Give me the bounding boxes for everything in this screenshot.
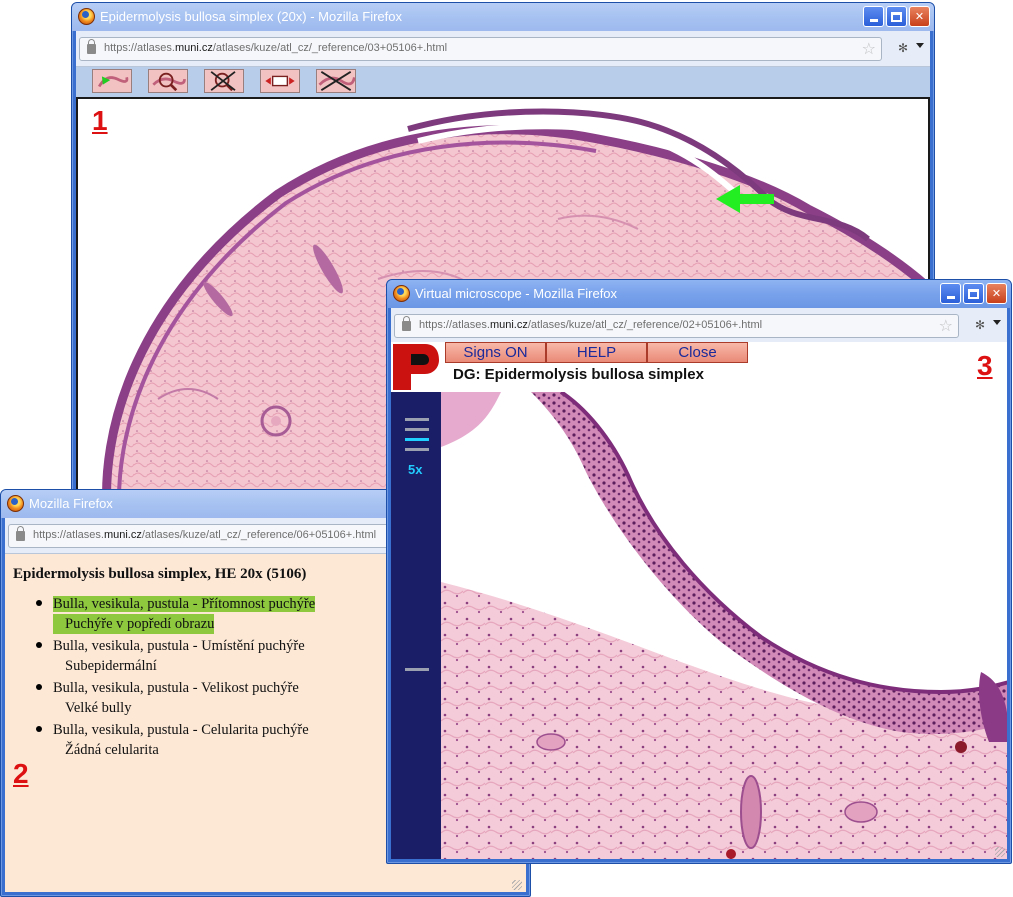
image-toolbar [76, 67, 930, 97]
firebug-icon[interactable]: ✻ [898, 41, 908, 55]
navigation-bar: https://atlases.muni.cz/atlases/kuze/atl… [391, 308, 1007, 344]
figure-label-2: 2 [13, 758, 29, 789]
signs-on-button[interactable]: Signs ON [445, 342, 546, 363]
maximize-button[interactable] [886, 6, 907, 27]
navigate-arrow-icon[interactable] [92, 69, 132, 93]
bookmark-star-icon[interactable]: ☆ [939, 317, 953, 335]
lock-icon [402, 316, 411, 331]
no-magnify-icon[interactable] [204, 69, 244, 93]
window-virtual-microscope: Virtual microscope - Mozilla Firefox ✕ h… [386, 279, 1012, 864]
chevron-down-icon[interactable] [993, 320, 1001, 325]
window-titlebar[interactable]: Virtual microscope - Mozilla Firefox ✕ [387, 280, 1011, 308]
list-item[interactable]: Bulla, vesikula, pustula - Celularita pu… [35, 720, 315, 760]
list-item[interactable]: Bulla, vesikula, pustula - Umístění puch… [35, 636, 315, 676]
lock-icon [16, 526, 25, 541]
close-button[interactable]: ✕ [909, 6, 930, 27]
resize-grip[interactable] [995, 847, 1005, 857]
description-heading: Epidermolysis bullosa simplex, HE 20x (5… [13, 566, 307, 582]
figure-label-1: 1 [92, 105, 108, 136]
microscope-header: Signs ON HELP Close DG: Epidermolysis bu… [391, 342, 1007, 392]
lock-icon [87, 39, 96, 54]
help-button[interactable]: HELP [546, 342, 647, 363]
firebug-icon[interactable]: ✻ [975, 318, 985, 332]
zoom-level-bar[interactable] [405, 418, 429, 421]
minimize-button[interactable] [940, 283, 961, 304]
window-title: Virtual microscope - Mozilla Firefox [415, 286, 618, 301]
bookmark-star-icon[interactable]: ☆ [862, 40, 876, 58]
microscope-view[interactable] [441, 392, 1007, 859]
minimize-button[interactable] [863, 6, 884, 27]
microscope-image [441, 392, 1007, 859]
diagnosis-text: DG: Epidermolysis bullosa simplex [453, 366, 704, 383]
window-title: Epidermolysis bullosa simplex (20x) - Mo… [100, 9, 402, 24]
magnify-icon[interactable] [148, 69, 188, 93]
zoom-label: 5x [408, 462, 423, 477]
zoom-level-bar[interactable] [405, 448, 429, 451]
list-item[interactable]: Bulla, vesikula, pustula - Přítomnost pu… [35, 594, 316, 634]
list-item[interactable]: Bulla, vesikula, pustula - Velikost puch… [35, 678, 315, 718]
zoom-level-bar[interactable] [405, 428, 429, 431]
window-titlebar[interactable]: Epidermolysis bullosa simplex (20x) - Mo… [72, 3, 934, 31]
window-title: Mozilla Firefox [29, 496, 113, 511]
microscope-content: Signs ON HELP Close DG: Epidermolysis bu… [391, 342, 1007, 859]
close-button[interactable]: ✕ [986, 283, 1007, 304]
resize-icon[interactable] [260, 69, 300, 93]
logo-icon [391, 342, 441, 392]
close-image-icon[interactable] [316, 69, 356, 93]
resize-grip[interactable] [512, 880, 522, 890]
url-field[interactable]: https://atlases.muni.cz/atlases/kuze/atl… [394, 314, 959, 338]
zoom-slider-handle[interactable] [405, 668, 429, 671]
firefox-icon [393, 285, 410, 302]
findings-list: Bulla, vesikula, pustula - Přítomnost pu… [35, 594, 316, 762]
firefox-icon [7, 495, 24, 512]
chevron-down-icon[interactable] [916, 43, 924, 48]
zoom-sidebar: 5x [391, 392, 441, 859]
firefox-icon [78, 8, 95, 25]
maximize-button[interactable] [963, 283, 984, 304]
close-viewer-button[interactable]: Close [647, 342, 748, 363]
url-field[interactable]: https://atlases.muni.cz/atlases/kuze/atl… [79, 37, 882, 61]
navigation-bar: https://atlases.muni.cz/atlases/kuze/atl… [76, 31, 930, 67]
figure-label-3: 3 [977, 350, 993, 381]
zoom-level-bar-active[interactable] [405, 438, 429, 441]
